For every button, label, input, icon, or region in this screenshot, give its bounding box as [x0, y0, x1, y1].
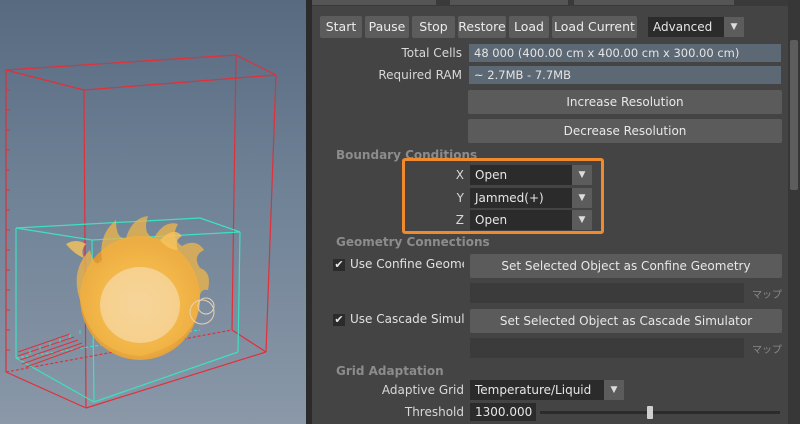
restore-button[interactable]: Restore: [458, 16, 506, 38]
threshold-slider-track[interactable]: [540, 411, 780, 414]
threshold-input[interactable]: 1300.000: [470, 403, 536, 421]
required-ram-value: ~ 2.7MB - 7.7MB: [469, 66, 781, 84]
confine-geometry-field[interactable]: [470, 283, 744, 303]
chevron-down-icon: ▼: [724, 17, 744, 37]
decrease-resolution-button[interactable]: Decrease Resolution: [468, 119, 782, 143]
adaptive-grid-value: Temperature/Liquid: [475, 383, 592, 397]
grid-adaptation-header: Grid Adaptation: [336, 364, 444, 378]
required-ram-label: Required RAM: [378, 68, 462, 82]
fire-simulation: [66, 216, 215, 360]
base-hatch: [17, 333, 85, 368]
scrollbar-thumb[interactable]: [790, 40, 798, 190]
load-button[interactable]: Load: [509, 16, 549, 38]
adaptive-grid-label: Adaptive Grid: [381, 383, 464, 397]
set-confine-geometry-button[interactable]: Set Selected Object as Confine Geometry: [470, 254, 782, 278]
threshold-label: Threshold: [404, 405, 464, 419]
cascade-checkbox-label: Use Cascade Simula: [350, 312, 464, 326]
confine-checkbox-label: Use Confine Geome: [350, 257, 464, 271]
cascade-simulator-field[interactable]: [470, 338, 744, 358]
map1-label: マップ: [752, 290, 782, 301]
stop-button[interactable]: Stop: [412, 16, 455, 38]
map2-label: マップ: [752, 345, 782, 356]
pause-button[interactable]: Pause: [365, 16, 409, 38]
total-cells-label: Total Cells: [401, 46, 462, 60]
mode-dropdown[interactable]: Advanced ▼: [648, 17, 744, 37]
top-strip: [312, 0, 788, 6]
confine-checkbox[interactable]: ✔: [333, 259, 345, 271]
increase-resolution-button[interactable]: Increase Resolution: [468, 90, 782, 114]
boundary-highlight-box: [402, 158, 604, 234]
viewport-3d[interactable]: [0, 0, 306, 424]
start-button[interactable]: Start: [320, 16, 362, 38]
adaptive-grid-dropdown[interactable]: Temperature/Liquid ▼: [470, 380, 624, 400]
panel-scrollbar[interactable]: [788, 0, 800, 424]
set-cascade-simulator-button[interactable]: Set Selected Object as Cascade Simulator: [470, 309, 782, 333]
chevron-down-icon: ▼: [604, 380, 624, 400]
total-cells-value: 48 000 (400.00 cm x 400.00 cm x 300.00 c…: [469, 44, 781, 62]
viewport-scene: [5, 54, 277, 409]
cascade-checkbox[interactable]: ✔: [333, 314, 345, 326]
mode-value: Advanced: [653, 20, 713, 34]
load-current-button[interactable]: Load Current: [552, 16, 637, 38]
geometry-connections-header: Geometry Connections: [336, 235, 490, 249]
threshold-slider-handle[interactable]: [647, 406, 654, 419]
